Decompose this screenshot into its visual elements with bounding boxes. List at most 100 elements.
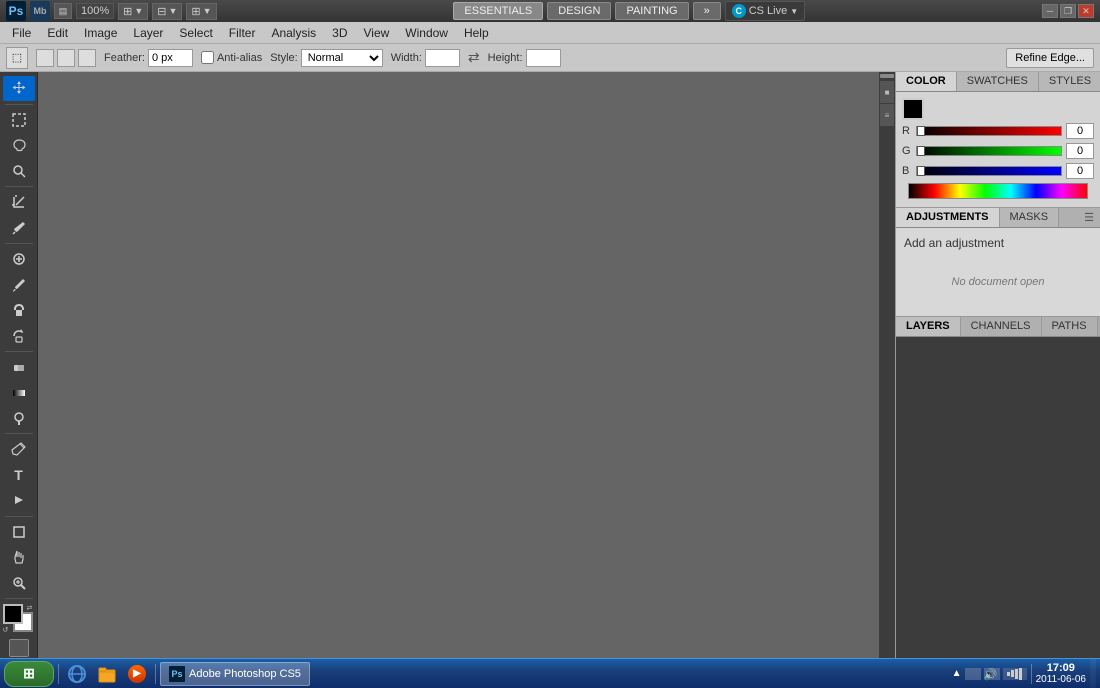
adj-panel-menu-btn[interactable]: ☰: [1078, 208, 1100, 227]
tab-channels[interactable]: CHANNELS: [961, 317, 1042, 336]
swap-dimensions-btn[interactable]: ⇄: [468, 49, 480, 66]
style-select[interactable]: Normal Fixed Ratio Fixed Size: [301, 49, 383, 67]
tool-brush[interactable]: [3, 272, 35, 297]
panel-collapse-arrow[interactable]: [880, 74, 894, 78]
clock-time: 17:09: [1036, 662, 1086, 674]
tab-adjustments[interactable]: ADJUSTMENTS: [896, 208, 1000, 227]
tool-zoom[interactable]: [3, 571, 35, 596]
side-icons-bar: ■ ≡: [879, 72, 895, 658]
swap-colors-btn[interactable]: ⇄: [27, 604, 35, 610]
tool-quick-select[interactable]: [3, 158, 35, 183]
workspace-more[interactable]: »: [693, 2, 721, 20]
height-input[interactable]: [526, 49, 561, 67]
color-picker-side-icon[interactable]: ■: [880, 81, 894, 103]
bridge-logo[interactable]: Mb: [30, 1, 50, 21]
tab-layers[interactable]: LAYERS: [896, 317, 961, 336]
tool-dodge[interactable]: [3, 406, 35, 431]
start-button[interactable]: ⊞: [4, 661, 54, 687]
show-desktop-btn[interactable]: [1090, 659, 1096, 688]
workspace-design[interactable]: DESIGN: [547, 2, 611, 20]
menu-filter[interactable]: Filter: [221, 24, 264, 42]
tool-path-select[interactable]: [3, 488, 35, 513]
quick-mask-btn[interactable]: [3, 637, 35, 658]
tool-eraser[interactable]: [3, 355, 35, 380]
cs-live-btn[interactable]: C CS Live ▼: [725, 1, 805, 21]
taskbar-photoshop-app[interactable]: Ps Adobe Photoshop CS5: [160, 662, 310, 686]
g-value-input[interactable]: [1066, 143, 1094, 159]
taskbar-winamp-icon[interactable]: ▶: [123, 661, 151, 687]
b-value-input[interactable]: [1066, 163, 1094, 179]
tool-eyedropper[interactable]: [3, 215, 35, 240]
close-btn[interactable]: ✕: [1078, 4, 1094, 18]
file-info-btn[interactable]: ▤: [54, 3, 72, 19]
tool-move[interactable]: [3, 76, 35, 101]
menu-window[interactable]: Window: [397, 24, 456, 42]
menu-image[interactable]: Image: [76, 24, 125, 42]
color-spectrum-bar[interactable]: [908, 183, 1088, 199]
tool-separator-3: [5, 243, 33, 244]
style-icon-1[interactable]: [36, 49, 54, 67]
default-colors-btn[interactable]: ↺: [3, 626, 9, 634]
menu-analysis[interactable]: Analysis: [263, 24, 324, 42]
b-slider-thumb[interactable]: [917, 166, 925, 176]
tool-separator-1: [5, 104, 33, 105]
tool-spot-heal[interactable]: [3, 247, 35, 272]
taskbar-ie-icon[interactable]: [63, 661, 91, 687]
taskbar-explorer-icon[interactable]: [93, 661, 121, 687]
menu-view[interactable]: View: [355, 24, 397, 42]
brush-side-icon[interactable]: ≡: [880, 104, 894, 126]
volume-icon[interactable]: 🔊: [984, 668, 1000, 680]
tab-styles[interactable]: STYLES: [1039, 72, 1100, 91]
tool-pen[interactable]: [3, 437, 35, 462]
workspace-painting[interactable]: PAINTING: [615, 2, 688, 20]
r-slider-thumb[interactable]: [917, 126, 925, 136]
tool-marquee[interactable]: [3, 107, 35, 132]
canvas-area[interactable]: [38, 72, 879, 658]
type-icon: T: [14, 467, 23, 483]
g-slider-thumb[interactable]: [917, 146, 925, 156]
tool-hand[interactable]: [3, 545, 35, 570]
tool-crop[interactable]: [3, 190, 35, 215]
minimize-btn[interactable]: ─: [1042, 4, 1058, 18]
screen-mode-btn[interactable]: ⊞ ▼: [118, 3, 148, 20]
width-input[interactable]: [425, 49, 460, 67]
workspace-essentials[interactable]: ESSENTIALS: [453, 2, 543, 20]
menu-file[interactable]: File: [4, 24, 39, 42]
show-hidden-icons-btn[interactable]: ▲: [952, 668, 962, 679]
restore-btn[interactable]: ❐: [1060, 4, 1076, 18]
network-icon[interactable]: [965, 668, 981, 680]
tool-lasso[interactable]: [3, 133, 35, 158]
extras-btn[interactable]: ⊟ ▼: [152, 3, 182, 20]
feather-input[interactable]: [148, 49, 193, 67]
tab-paths[interactable]: PATHS: [1042, 317, 1098, 336]
tab-color[interactable]: COLOR: [896, 72, 957, 91]
style-icon-2[interactable]: [57, 49, 75, 67]
tool-history-brush[interactable]: [3, 323, 35, 348]
tab-swatches[interactable]: SWATCHES: [957, 72, 1039, 91]
r-value-input[interactable]: [1066, 123, 1094, 139]
menu-help[interactable]: Help: [456, 24, 497, 42]
tool-clone-stamp[interactable]: [3, 298, 35, 323]
clock-area[interactable]: 17:09 2011-06-06: [1036, 662, 1086, 685]
menu-bar: File Edit Image Layer Select Filter Anal…: [0, 22, 1100, 44]
tool-shape[interactable]: [3, 520, 35, 545]
style-icon-3[interactable]: [78, 49, 96, 67]
menu-edit[interactable]: Edit: [39, 24, 76, 42]
tab-masks[interactable]: MASKS: [1000, 208, 1060, 227]
refine-edge-button[interactable]: Refine Edge...: [1006, 48, 1094, 68]
refine-edge-btn[interactable]: Refine Edge...: [1006, 48, 1094, 68]
menu-3d[interactable]: 3D: [324, 24, 355, 42]
signal-bars-icon[interactable]: [1003, 668, 1027, 680]
tool-gradient[interactable]: [3, 380, 35, 405]
antialias-checkbox[interactable]: [201, 51, 214, 64]
foreground-color-swatch[interactable]: [3, 604, 23, 624]
tool-type[interactable]: T: [3, 463, 35, 488]
view-options-btn[interactable]: ⊞ ▼: [186, 3, 216, 20]
title-bar: Ps Mb ▤ 100% ⊞ ▼ ⊟ ▼ ⊞ ▼ ESSENTIALS DESI…: [0, 0, 1100, 22]
fg-color-preview[interactable]: [902, 98, 924, 120]
menu-layer[interactable]: Layer: [125, 24, 171, 42]
tool-preset-btn[interactable]: ⬚: [6, 47, 28, 69]
right-section: ■ ≡ COLOR SWATCHES STYLES ☰ R: [879, 72, 1100, 658]
menu-select[interactable]: Select: [171, 24, 220, 42]
title-bar-left: Ps Mb ▤ 100% ⊞ ▼ ⊟ ▼ ⊞ ▼: [6, 1, 217, 21]
